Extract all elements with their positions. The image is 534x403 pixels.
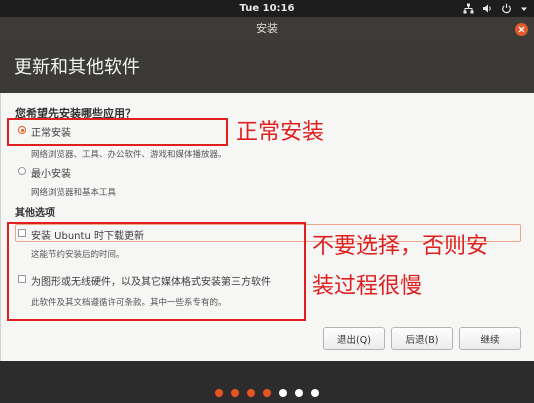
minimal-install-desc: 网络浏览器和基本工具 — [31, 188, 117, 198]
chevron-down-icon[interactable] — [520, 5, 528, 13]
system-tray — [463, 0, 528, 17]
other-options-heading: 其他选项 — [15, 208, 55, 219]
progress-dot — [263, 389, 271, 397]
quit-button[interactable]: 退出(Q) — [323, 327, 385, 350]
minimal-install-radio[interactable] — [18, 167, 26, 175]
window-titlebar: 安装 — [0, 17, 534, 41]
normal-install-desc: 网络浏览器、工具、办公软件、游戏和媒体播放器。 — [31, 150, 227, 160]
progress-dot — [215, 389, 223, 397]
progress-dot — [311, 389, 319, 397]
top-panel: Tue 10:16 — [0, 0, 534, 17]
progress-dot — [231, 389, 239, 397]
progress-dots — [0, 389, 534, 397]
page-header: 更新和其他软件 — [0, 41, 534, 93]
other-options-highlight — [7, 222, 306, 321]
continue-button[interactable]: 继续 — [459, 327, 521, 350]
network-icon[interactable] — [463, 3, 474, 14]
clock[interactable]: Tue 10:16 — [0, 0, 534, 17]
warning-annotation-line1: 不要选择，否则安 — [312, 234, 489, 259]
progress-dot — [295, 389, 303, 397]
volume-icon[interactable] — [482, 3, 493, 14]
normal-install-annotation: 正常安装 — [236, 120, 325, 145]
progress-dot — [279, 389, 287, 397]
progress-dot — [247, 389, 255, 397]
close-icon — [518, 26, 525, 33]
back-button[interactable]: 后退(B) — [391, 327, 453, 350]
power-icon[interactable] — [501, 3, 512, 14]
page-title: 更新和其他软件 — [14, 57, 140, 78]
window-title: 安装 — [256, 22, 278, 35]
warning-annotation-line2: 装过程很慢 — [312, 274, 423, 299]
close-button[interactable] — [515, 23, 528, 36]
normal-install-highlight — [7, 118, 228, 146]
installer-footer — [0, 361, 534, 403]
minimal-install-label[interactable]: 最小安装 — [31, 165, 71, 180]
